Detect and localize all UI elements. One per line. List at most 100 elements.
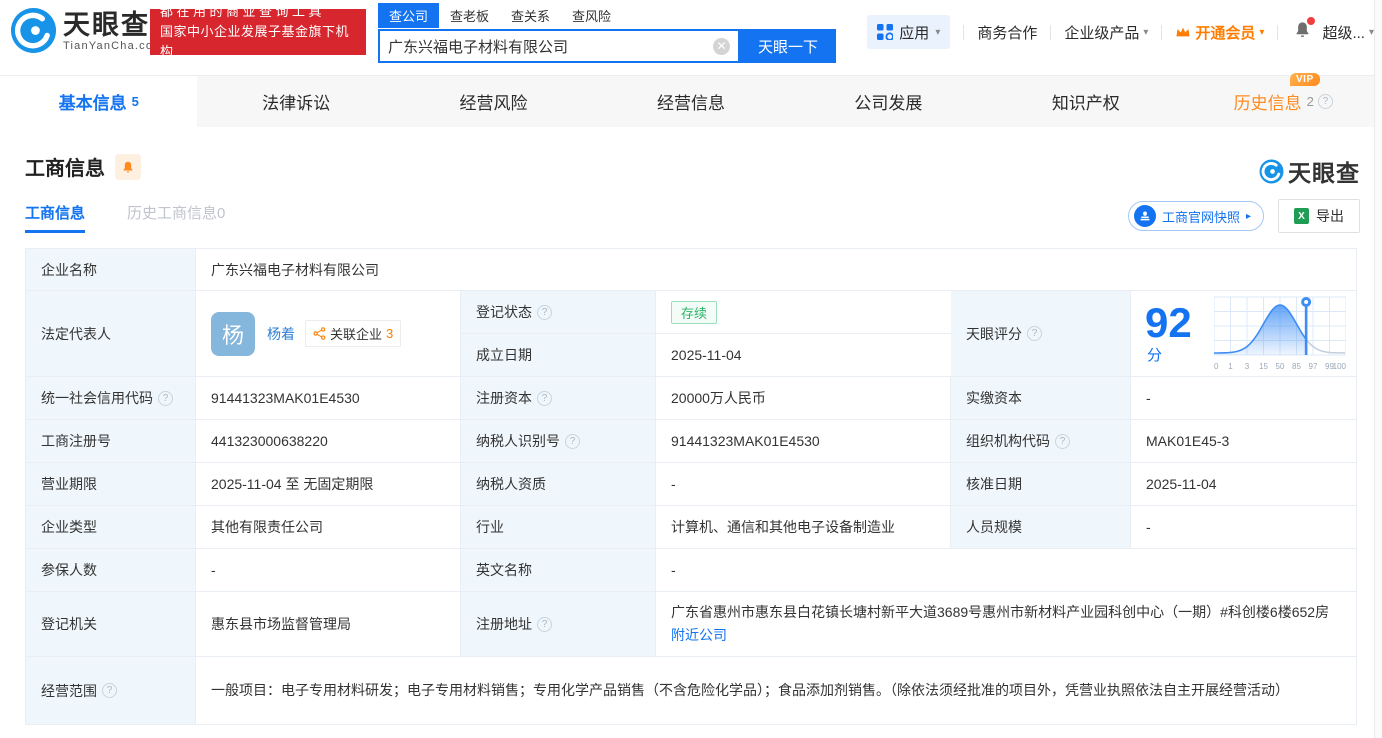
- field-label: 工商注册号: [26, 420, 196, 463]
- apps-button[interactable]: 应用 ▾: [867, 15, 950, 49]
- tab-operation-risk[interactable]: 经营风险: [395, 76, 592, 127]
- subtab-business-info[interactable]: 工商信息: [25, 202, 85, 233]
- help-icon[interactable]: ?: [537, 305, 552, 320]
- tab-company-development[interactable]: 公司发展: [790, 76, 987, 127]
- nav-super-vip[interactable]: 超级... ▾: [1322, 22, 1374, 43]
- table-row: 法定代表人 杨 杨着 关联企业 3 登: [26, 291, 1356, 377]
- search-button[interactable]: 天眼一下: [740, 29, 836, 63]
- brand-domain: TianYanCha.com: [63, 40, 164, 52]
- tianyancha-logo-icon: [10, 7, 57, 54]
- divider: [1277, 25, 1278, 40]
- scrollbar[interactable]: [1374, 0, 1382, 738]
- help-icon[interactable]: ?: [1318, 94, 1333, 109]
- help-icon[interactable]: ?: [1027, 326, 1042, 341]
- tianyancha-logo[interactable]: 天眼查 TianYanCha.com: [10, 7, 164, 54]
- field-label: 核准日期: [951, 463, 1131, 506]
- clear-icon[interactable]: ✕: [713, 38, 730, 55]
- bell-icon: [121, 160, 135, 174]
- field-label: 登记状态 ?: [461, 291, 656, 334]
- divider: [1161, 25, 1162, 40]
- stamp-icon: [1134, 205, 1156, 227]
- help-icon[interactable]: ?: [102, 683, 117, 698]
- export-button[interactable]: X 导出: [1278, 199, 1360, 233]
- field-label: 法定代表人: [26, 291, 196, 377]
- table-row: 统一社会信用代码 ? 91441323MAK01E4530 注册资本 ? 200…: [26, 377, 1356, 420]
- avatar[interactable]: 杨: [211, 312, 255, 356]
- field-label: 参保人数: [26, 549, 196, 592]
- monitor-bell-button[interactable]: [115, 154, 141, 180]
- help-icon[interactable]: ?: [1055, 434, 1070, 449]
- divider: [1050, 25, 1051, 40]
- taxpayer-id-value: 91441323MAK01E4530: [656, 420, 951, 463]
- tab-intellectual-property[interactable]: 知识产权: [987, 76, 1184, 127]
- table-row: 营业期限 2025-11-04 至 无固定期限 纳税人资质 - 核准日期 202…: [26, 463, 1356, 506]
- slogan-line2: 国家中小企业发展子基金旗下机构: [160, 22, 356, 62]
- field-label: 纳税人识别号 ?: [461, 420, 656, 463]
- taxpayer-quality-value: -: [656, 463, 951, 506]
- crown-icon: [1175, 25, 1191, 39]
- establish-date-value: 2025-11-04: [656, 334, 951, 377]
- help-icon[interactable]: ?: [537, 617, 552, 632]
- score-axis: 0131550859799100: [1214, 362, 1346, 373]
- table-row: 登记机关 惠东县市场监督管理局 注册地址 ? 广东省惠州市惠东县白花镇长塘村新平…: [26, 592, 1356, 657]
- score-chart: 0131550859799100: [1214, 295, 1346, 373]
- search-block: 查公司 查老板 查关系 查风险 ✕ 天眼一下: [378, 3, 836, 63]
- legal-rep-cell: 杨 杨着 关联企业 3: [196, 291, 461, 377]
- section-title: 工商信息: [25, 152, 105, 181]
- table-row: 工商注册号 441323000638220 纳税人识别号 ? 91441323M…: [26, 420, 1356, 463]
- tab-operation-info[interactable]: 经营信息: [592, 76, 789, 127]
- search-tab-boss[interactable]: 查老板: [439, 3, 500, 28]
- credit-code-value: 91441323MAK01E4530: [196, 377, 461, 420]
- tab-legal-lawsuits[interactable]: 法律诉讼: [197, 76, 394, 127]
- subtab-history-business-info[interactable]: 历史工商信息0: [127, 202, 225, 233]
- tianyancha-logo-icon: [1259, 159, 1284, 184]
- tab-history-info[interactable]: 历史信息 VIP 2 ?: [1185, 76, 1382, 127]
- excel-icon: X: [1294, 208, 1309, 224]
- search-tabs: 查公司 查老板 查关系 查风险: [378, 3, 836, 28]
- field-label: 企业类型: [26, 506, 196, 549]
- nav-business-coop[interactable]: 商务合作: [977, 22, 1037, 43]
- subtabs: 工商信息 历史工商信息0: [25, 202, 225, 233]
- field-label: 英文名称: [461, 549, 656, 592]
- related-companies-badge[interactable]: 关联企业 3: [305, 320, 401, 347]
- help-icon[interactable]: ?: [537, 391, 552, 406]
- reg-address-value: 广东省惠州市惠东县白花镇长塘村新平大道3689号惠州市新材料产业园科创中心（一期…: [671, 601, 1329, 624]
- insured-count-value: -: [196, 549, 461, 592]
- field-label: 经营范围 ?: [26, 657, 196, 725]
- table-row: 经营范围 ? 一般项目：电子专用材料研发；电子专用材料销售；专用化学产品销售（不…: [26, 657, 1356, 725]
- search-tab-relation[interactable]: 查关系: [500, 3, 561, 28]
- score-curve: [1214, 295, 1346, 357]
- field-label: 注册资本 ?: [461, 377, 656, 420]
- field-label: 实缴资本: [951, 377, 1131, 420]
- nearby-companies-link[interactable]: 附近公司: [671, 624, 727, 647]
- notification-bell[interactable]: [1293, 20, 1312, 44]
- table-row: 参保人数 - 英文名称 -: [26, 549, 1356, 592]
- staff-size-value: -: [1131, 506, 1356, 549]
- search-tab-risk[interactable]: 查风险: [561, 3, 622, 28]
- legal-rep-link[interactable]: 杨着: [267, 324, 295, 344]
- search-tab-company[interactable]: 查公司: [378, 3, 439, 28]
- reg-status-cell: 存续: [656, 291, 951, 334]
- reg-address-cell: 广东省惠州市惠东县白花镇长塘村新平大道3689号惠州市新材料产业园科创中心（一期…: [656, 592, 1356, 657]
- help-icon[interactable]: ?: [158, 391, 173, 406]
- detail-tabs: 基本信息 5 法律诉讼 经营风险 经营信息 公司发展 知识产权 历史信息 VIP…: [0, 75, 1382, 127]
- industry-value: 计算机、通信和其他电子设备制造业: [656, 506, 951, 549]
- chevron-down-icon: ▾: [1143, 27, 1148, 38]
- table-row: 企业类型 其他有限责任公司 行业 计算机、通信和其他电子设备制造业 人员规模 -: [26, 506, 1356, 549]
- field-label: 行业: [461, 506, 656, 549]
- company-name-value: 广东兴福电子材料有限公司: [196, 249, 1356, 291]
- nav-open-vip[interactable]: 开通会员 ▾: [1175, 22, 1264, 43]
- company-type-value: 其他有限责任公司: [196, 506, 461, 549]
- table-row: 企业名称 广东兴福电子材料有限公司: [26, 249, 1356, 291]
- score-cell: 92分 0131550859799100: [1131, 291, 1356, 377]
- reg-capital-value: 20000万人民币: [656, 377, 951, 420]
- reg-number-value: 441323000638220: [196, 420, 461, 463]
- nav-enterprise-product[interactable]: 企业级产品 ▾: [1064, 22, 1148, 43]
- slogan-banner: 都在用的商业查询工具 国家中小企业发展子基金旗下机构: [150, 9, 366, 55]
- search-input[interactable]: [388, 38, 713, 55]
- help-icon[interactable]: ?: [565, 434, 580, 449]
- official-snapshot-button[interactable]: 工商官网快照 ▸: [1128, 201, 1264, 231]
- status-badge: 存续: [671, 301, 717, 324]
- divider: [963, 25, 964, 40]
- tab-basic-info[interactable]: 基本信息 5: [0, 76, 197, 127]
